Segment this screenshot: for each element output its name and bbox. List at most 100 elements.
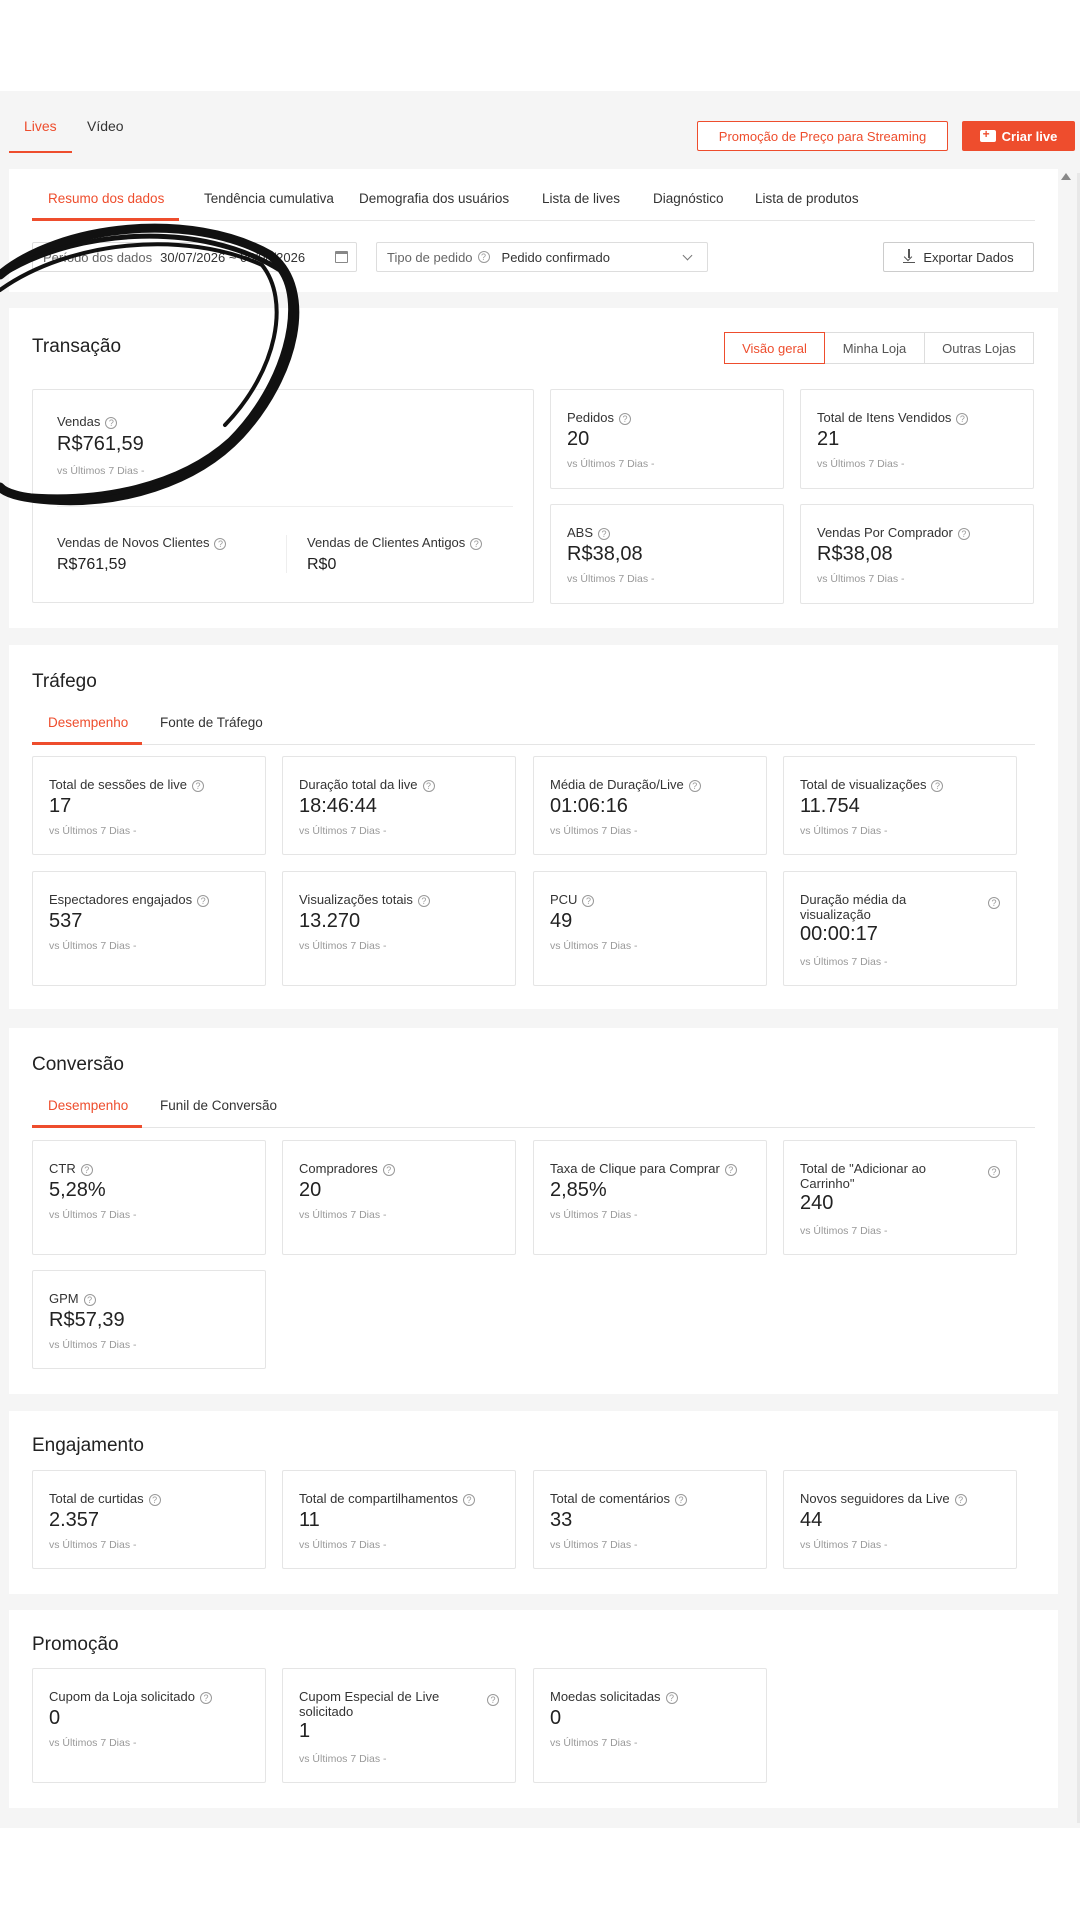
metric-label: Visualizações totais <box>299 892 413 907</box>
metric-card: Total de Itens Vendidos? 21 vs Últimos 7… <box>800 389 1034 489</box>
metric-label: Cupom Especial de Live solicitado <box>299 1689 440 1719</box>
create-live-button[interactable]: Criar live <box>962 121 1075 151</box>
metric-value: 20 <box>567 428 590 450</box>
tab-lista-produtos[interactable]: Lista de produtos <box>755 177 859 221</box>
metric-card: Total de "Adicionar ao Carrinho"? 240 vs Ú… <box>783 1140 1017 1255</box>
metric-card: Visualizações totais? 13.270 vs Últimos 7 … <box>282 871 516 986</box>
export-button[interactable]: Exportar Dados <box>883 242 1034 272</box>
metric-card: Taxa de Clique para Comprar? 2,85% vs Últi… <box>533 1140 767 1255</box>
segment-outras-lojas[interactable]: Outras Lojas <box>924 332 1034 364</box>
metric-label: Total de "Adicionar ao Carrinho" <box>800 1161 927 1191</box>
metric-value: 33 <box>550 1509 573 1531</box>
help-icon: ? <box>382 1163 395 1176</box>
help-icon: ? <box>214 537 227 550</box>
help-icon: ? <box>954 1493 967 1506</box>
tab-fonte-trafego[interactable]: Fonte de Tráfego <box>160 701 263 745</box>
comparison-text: vs Últimos 7 Dias - <box>800 1225 888 1237</box>
novos-clientes-value: R$761,59 <box>57 556 127 573</box>
tab-demografia[interactable]: Demografia dos usuários <box>359 177 509 221</box>
metric-label: Espectadores engajados <box>49 892 193 907</box>
promo-button[interactable]: Promoção de Preço para Streaming <box>697 121 948 151</box>
metric-value: 11 <box>299 1509 320 1531</box>
metric-label: Compradores <box>299 1161 378 1176</box>
help-icon: ? <box>582 894 595 907</box>
tab-desempenho[interactable]: Desempenho <box>48 1084 128 1128</box>
metric-value: R$38,08 <box>567 543 643 565</box>
metric-card: Cupom da Loja solicitado? 0 vs Últimos 7 D… <box>32 1668 266 1783</box>
help-icon: ? <box>199 1691 212 1704</box>
clientes-antigos-label: Vendas de Clientes Antigos <box>307 535 466 550</box>
comparison-text: vs Últimos 7 Dias - <box>550 1539 638 1551</box>
metric-label: Pedidos <box>567 410 614 425</box>
comparison-text: vs Últimos 7 Dias - <box>800 1539 888 1551</box>
order-type-filter[interactable]: Tipo de pedido ? Pedido confirmado <box>376 242 708 272</box>
metric-value: 5,28% <box>49 1179 106 1201</box>
metric-label: GPM <box>49 1291 79 1306</box>
top-tab-indicator <box>9 151 72 153</box>
metric-value: 01:06:16 <box>550 795 628 817</box>
help-icon: ? <box>422 779 435 792</box>
comparison-text: vs Últimos 7 Dias - <box>49 940 137 952</box>
comparison-text: vs Últimos 7 Dias - <box>800 825 888 837</box>
metric-value: 2,85% <box>550 1179 607 1201</box>
trafego-tab-indicator <box>32 742 142 745</box>
help-icon: ? <box>988 897 1000 909</box>
tab-funil-conversao[interactable]: Funil de Conversão <box>160 1084 277 1128</box>
metric-card: Moedas solicitadas? 0 vs Últimos 7 Dias - <box>533 1668 767 1783</box>
metric-card: Total de comentários? 33 vs Últimos 7 Dias… <box>533 1470 767 1569</box>
tab-video[interactable]: Vídeo <box>87 118 124 134</box>
trafego-tabs: Desempenho Fonte de Tráfego <box>32 701 1035 745</box>
tab-diagnostico[interactable]: Diagnóstico <box>653 177 724 221</box>
export-label: Exportar Dados <box>923 249 1014 265</box>
comparison-text: vs Últimos 7 Dias - <box>567 573 655 585</box>
tab-lista-lives[interactable]: Lista de lives <box>542 177 620 221</box>
segment-minha-loja[interactable]: Minha Loja <box>824 332 925 364</box>
metric-value: 11.754 <box>800 795 860 817</box>
metric-label: Total de compartilhamentos <box>299 1491 458 1506</box>
metric-value: R$38,08 <box>817 543 893 565</box>
metric-label: Duração média da visualização <box>800 892 907 922</box>
help-icon: ? <box>957 527 970 540</box>
tab-lives[interactable]: Lives <box>24 118 57 134</box>
segment-visao-geral[interactable]: Visão geral <box>724 332 825 364</box>
metric-label: Vendas Por Comprador <box>817 525 953 540</box>
comparison-text: vs Últimos 7 Dias - <box>299 1209 387 1221</box>
metric-card: Total de compartilhamentos? 11 vs Últimos … <box>282 1470 516 1569</box>
comparison-text: vs Últimos 7 Dias - <box>49 1737 137 1749</box>
calendar-icon <box>335 251 348 263</box>
metric-label: Total de Itens Vendidos <box>817 410 952 425</box>
help-icon: ? <box>988 1166 1000 1178</box>
metric-value: 17 <box>49 795 72 817</box>
comparison-text: vs Últimos 7 Dias - <box>550 940 638 952</box>
metric-label: Média de Duração/Live <box>550 777 684 792</box>
comparison-text: vs Últimos 7 Dias - <box>817 458 905 470</box>
trafego-title: Tráfego <box>32 671 97 692</box>
tab-desempenho[interactable]: Desempenho <box>48 701 128 745</box>
metric-value: 20 <box>299 1179 322 1201</box>
order-type-label: Tipo de pedido <box>387 249 473 265</box>
metric-value: 0 <box>49 1707 61 1729</box>
metric-card: GPM? R$57,39 vs Últimos 7 Dias - <box>32 1270 266 1369</box>
metric-card: Total de visualizações? 11.754 vs Últimos … <box>783 756 1017 855</box>
metric-card: Compradores? 20 vs Últimos 7 Dias - <box>282 1140 516 1255</box>
scroll-up-icon[interactable] <box>1061 173 1071 180</box>
help-icon: ? <box>192 779 205 792</box>
metric-card: Total de curtidas? 2.357 vs Últimos 7 Dias… <box>32 1470 266 1569</box>
metric-value: 240 <box>800 1192 834 1214</box>
metric-value: 537 <box>49 910 83 932</box>
help-icon: ? <box>83 1293 96 1306</box>
metric-label: CTR <box>49 1161 76 1176</box>
help-icon: ? <box>956 412 969 425</box>
video-camera-icon <box>979 127 996 142</box>
help-icon: ? <box>470 537 483 550</box>
metric-value: 44 <box>800 1509 823 1531</box>
metric-card: Média de Duração/Live? 01:06:16 vs Últimos… <box>533 756 767 855</box>
help-icon: ? <box>931 779 944 792</box>
comparison-text: vs Últimos 7 Dias - <box>800 956 888 968</box>
metric-card: ABS? R$38,08 vs Últimos 7 Dias - <box>550 504 784 604</box>
comparison-text: vs Últimos 7 Dias - <box>567 458 655 470</box>
help-icon: ? <box>618 412 631 425</box>
comparison-text: vs Últimos 7 Dias - <box>49 1539 137 1551</box>
help-icon: ? <box>724 1163 737 1176</box>
help-icon: ? <box>477 251 490 263</box>
